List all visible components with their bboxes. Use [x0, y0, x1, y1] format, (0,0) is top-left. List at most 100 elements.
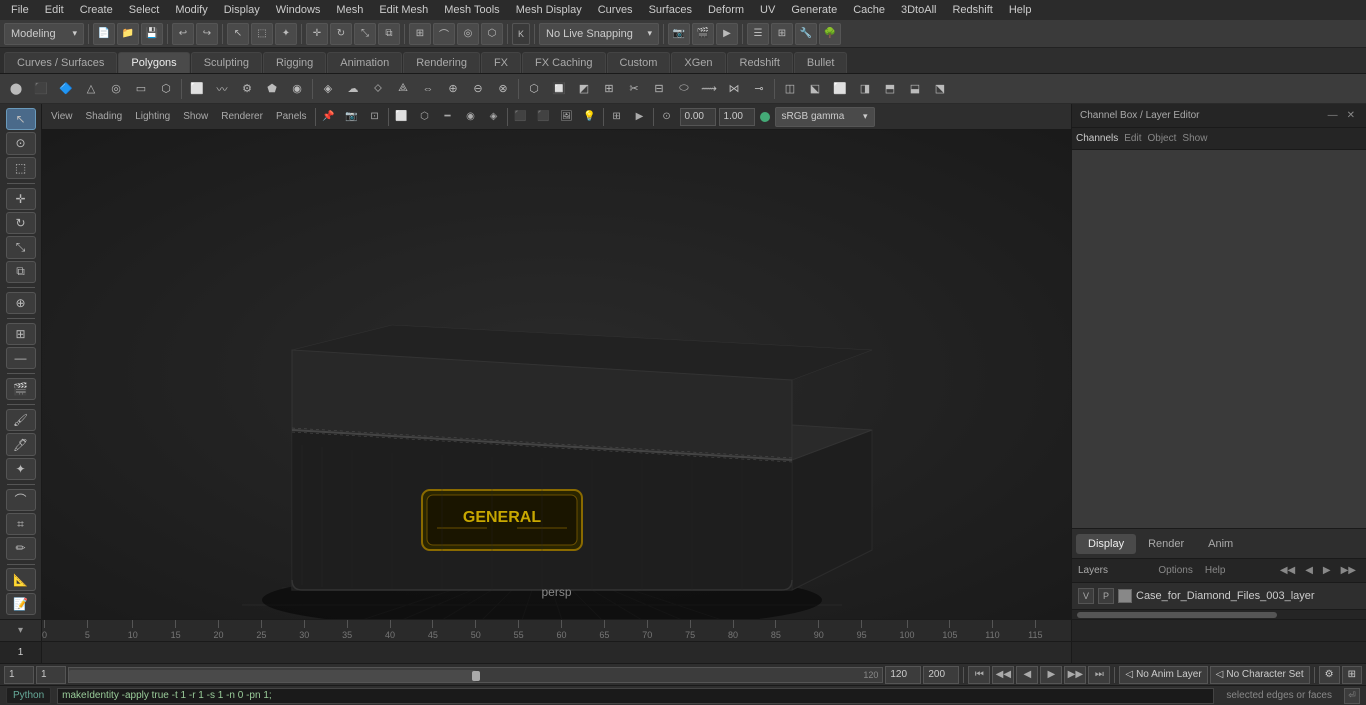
- menu-mesh-display[interactable]: Mesh Display: [509, 2, 589, 18]
- playback-play-btn[interactable]: ▶: [1040, 666, 1062, 684]
- show-tab[interactable]: Show: [1182, 133, 1207, 144]
- viewport-menu-show[interactable]: Show: [178, 109, 213, 124]
- menu-mesh-tools[interactable]: Mesh Tools: [437, 2, 506, 18]
- playback-start-field[interactable]: 120: [885, 666, 921, 684]
- shelf-subdiv[interactable]: ◈: [316, 77, 340, 101]
- viewport-menu-lighting[interactable]: Lighting: [130, 109, 175, 124]
- universal-btn[interactable]: ⧉: [378, 23, 400, 45]
- shelf-uv4[interactable]: ◨: [853, 77, 877, 101]
- ruler-track[interactable]: 0510152025303540455055606570758085909510…: [42, 620, 1071, 641]
- range-slider[interactable]: 120: [68, 667, 883, 683]
- shelf-fill[interactable]: ◩: [572, 77, 596, 101]
- save-file-btn[interactable]: 💾: [141, 23, 163, 45]
- settings-btn[interactable]: ⚙: [1319, 666, 1340, 684]
- paint-weights-btn[interactable]: 🖊: [6, 433, 36, 455]
- shelf-uv2[interactable]: ⬕: [803, 77, 827, 101]
- playback-prev-key-btn[interactable]: ◀◀: [992, 666, 1014, 684]
- shelf-retopo[interactable]: ⬦: [366, 77, 390, 101]
- shelf-mirror[interactable]: ⇔: [416, 77, 440, 101]
- mode-dropdown[interactable]: Modeling: [4, 23, 84, 45]
- shelf-uv5[interactable]: ⬒: [878, 77, 902, 101]
- viewport-menu-renderer[interactable]: Renderer: [216, 109, 268, 124]
- anim-tab[interactable]: Anim: [1196, 534, 1245, 554]
- snap-key-btn[interactable]: K: [512, 23, 530, 45]
- snap-edge-btn[interactable]: —: [6, 347, 36, 369]
- display-tab[interactable]: Display: [1076, 534, 1136, 554]
- shelf-crease[interactable]: ⟿: [697, 77, 721, 101]
- snap-curve-btn[interactable]: ⌒: [433, 23, 455, 45]
- viewport-menu-view[interactable]: View: [46, 109, 78, 124]
- snap-point-btn[interactable]: ◎: [457, 23, 479, 45]
- layer-row[interactable]: V P Case_for_Diamond_Files_003_layer: [1074, 585, 1364, 607]
- menu-edit-mesh[interactable]: Edit Mesh: [372, 2, 435, 18]
- layers-help-btn[interactable]: Help: [1201, 563, 1230, 578]
- snap-grid-btn[interactable]: ⊞: [409, 23, 431, 45]
- layers-scrollbar[interactable]: [1072, 609, 1366, 619]
- rotate-tool-btn[interactable]: ↻: [6, 212, 36, 234]
- camera-icon[interactable]: 📷: [342, 107, 362, 127]
- transform-tool-btn[interactable]: ⧉: [6, 261, 36, 283]
- menu-mesh[interactable]: Mesh: [329, 2, 370, 18]
- viewport-menu-shading[interactable]: Shading: [81, 109, 128, 124]
- render-view-btn[interactable]: 🎬: [6, 378, 36, 400]
- playback-start-btn[interactable]: ⏮: [968, 666, 990, 684]
- tab-sculpting[interactable]: Sculpting: [191, 52, 262, 73]
- command-input-area[interactable]: makeIdentity -apply true -t 1 -r 1 -s 1 …: [57, 688, 1214, 704]
- shelf-more2[interactable]: ⬔: [928, 77, 952, 101]
- layer-color-swatch[interactable]: [1118, 589, 1132, 603]
- snap-surface-btn[interactable]: ⬡: [481, 23, 503, 45]
- render-tab[interactable]: Render: [1136, 534, 1196, 554]
- menu-redshift[interactable]: Redshift: [945, 2, 999, 18]
- shelf-pipe[interactable]: ⬜: [185, 77, 209, 101]
- redo-btn[interactable]: ↪: [196, 23, 218, 45]
- menu-curves[interactable]: Curves: [591, 2, 640, 18]
- playback-prev-btn[interactable]: ◀: [1016, 666, 1038, 684]
- tab-animation[interactable]: Animation: [327, 52, 402, 73]
- move-tool-btn[interactable]: ✛: [6, 188, 36, 210]
- texture-btn[interactable]: 🖼: [557, 107, 577, 127]
- select-vertex-btn[interactable]: ◉: [461, 107, 481, 127]
- playblast-btn[interactable]: ▶: [630, 107, 650, 127]
- ep-curve-btn[interactable]: ⌗: [6, 513, 36, 535]
- shelf-append[interactable]: ⊞: [597, 77, 621, 101]
- shelf-more1[interactable]: ⬓: [903, 77, 927, 101]
- colorspace-dropdown[interactable]: sRGB gamma: [775, 107, 875, 127]
- live-snap-dropdown[interactable]: No Live Snapping: [539, 23, 659, 45]
- shelf-smooth[interactable]: ☁: [341, 77, 365, 101]
- menu-file[interactable]: File: [4, 2, 36, 18]
- 3d-scene[interactable]: X Y Z: [42, 130, 1071, 619]
- menu-deform[interactable]: Deform: [701, 2, 751, 18]
- shelf-separate[interactable]: ⊖: [466, 77, 490, 101]
- char-set-btn[interactable]: ◁ No Character Set: [1210, 666, 1310, 684]
- layer-scroll-btn1[interactable]: ◀◀: [1276, 563, 1299, 578]
- menu-cache[interactable]: Cache: [846, 2, 892, 18]
- shelf-sphere[interactable]: ⬤: [4, 77, 28, 101]
- shelf-cone[interactable]: △: [79, 77, 103, 101]
- playback-end-field[interactable]: 200: [923, 666, 959, 684]
- shelf-cylinder[interactable]: 🔷: [54, 77, 78, 101]
- scale-tool-btn[interactable]: ⤡: [6, 236, 36, 258]
- layer-playback-btn[interactable]: P: [1098, 588, 1114, 604]
- wireframe-btn[interactable]: ⬛: [511, 107, 531, 127]
- menu-edit[interactable]: Edit: [38, 2, 71, 18]
- grid-btn[interactable]: ⊞: [771, 23, 793, 45]
- tab-bullet[interactable]: Bullet: [794, 52, 848, 73]
- current-frame-field[interactable]: 1: [36, 666, 66, 684]
- shelf-plane[interactable]: ▭: [129, 77, 153, 101]
- shelf-torus[interactable]: ◎: [104, 77, 128, 101]
- shelf-cut[interactable]: ✂: [622, 77, 646, 101]
- select-tool-btn[interactable]: ↖: [6, 108, 36, 130]
- lasso-tool-btn[interactable]: ⬚: [6, 157, 36, 179]
- tab-custom[interactable]: Custom: [607, 52, 671, 73]
- panel-collapse-btn[interactable]: —: [1325, 110, 1341, 121]
- lighting-btn[interactable]: 💡: [580, 107, 600, 127]
- shelf-extrude[interactable]: ⬡: [522, 77, 546, 101]
- shelf-misc[interactable]: ◉: [285, 77, 309, 101]
- sculpt-btn[interactable]: 🖌: [6, 409, 36, 431]
- select-face-btn[interactable]: ⬡: [415, 107, 435, 127]
- viewport-menu-panels[interactable]: Panels: [271, 109, 312, 124]
- layers-options-btn[interactable]: Options: [1154, 563, 1196, 578]
- rotate-btn[interactable]: ↻: [330, 23, 352, 45]
- anim-layer-btn[interactable]: ◁ No Anim Layer: [1119, 666, 1207, 684]
- annotation-btn[interactable]: 📝: [6, 593, 36, 615]
